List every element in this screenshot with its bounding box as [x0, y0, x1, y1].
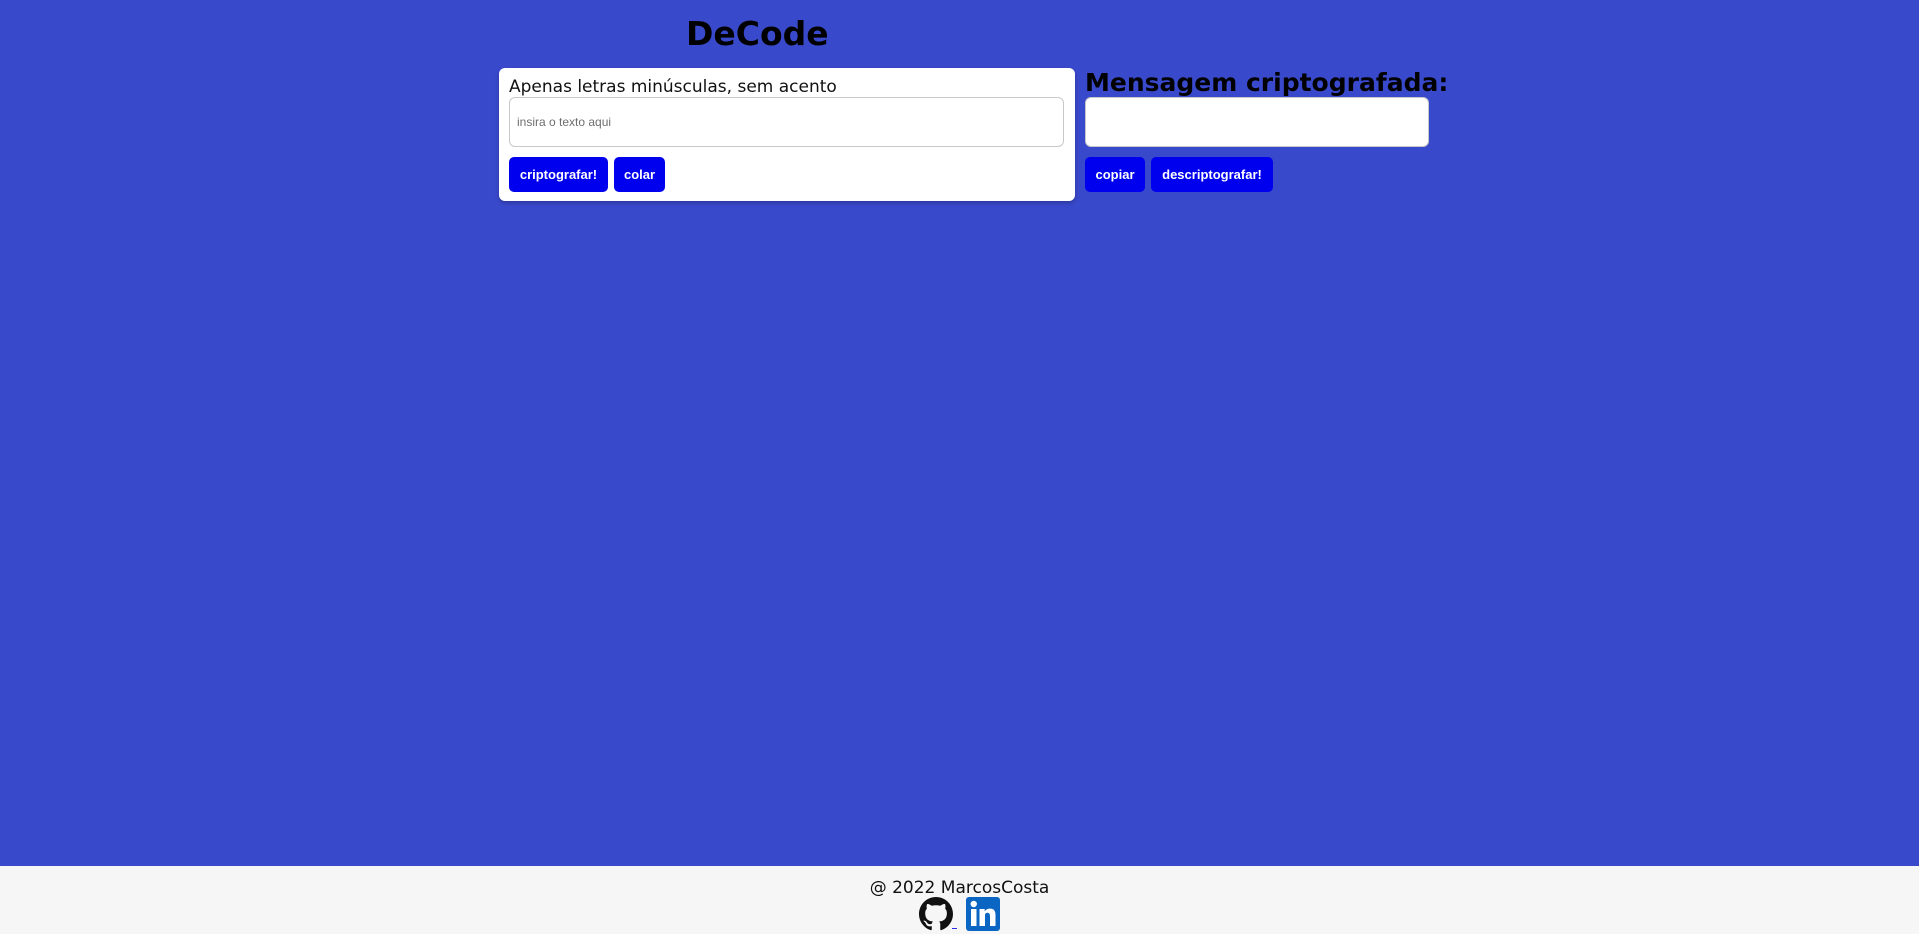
- footer: @ 2022 MarcosCosta: [0, 866, 1919, 934]
- encrypt-button[interactable]: criptografar!: [509, 157, 608, 192]
- linkedin-icon: [966, 897, 1000, 931]
- github-link[interactable]: [918, 897, 957, 931]
- app-page: DeCode Apenas letras minúsculas, sem ace…: [0, 0, 1919, 934]
- message-input[interactable]: [509, 97, 1064, 147]
- github-icon: [919, 897, 953, 931]
- encrypt-panel: Apenas letras minúsculas, sem acento cri…: [499, 68, 1075, 201]
- paste-button[interactable]: colar: [614, 157, 665, 192]
- input-instructions-label: Apenas letras minúsculas, sem acento: [509, 77, 837, 97]
- decrypt-button[interactable]: descriptografar!: [1151, 157, 1273, 192]
- copy-button[interactable]: copiar: [1085, 157, 1145, 192]
- result-title: Mensagem criptografada:: [1085, 68, 1449, 97]
- encrypted-message-output[interactable]: [1085, 97, 1429, 147]
- linkedin-link[interactable]: [966, 897, 1000, 931]
- page-title: DeCode: [686, 14, 829, 53]
- footer-copyright: @ 2022 MarcosCosta: [869, 878, 1050, 898]
